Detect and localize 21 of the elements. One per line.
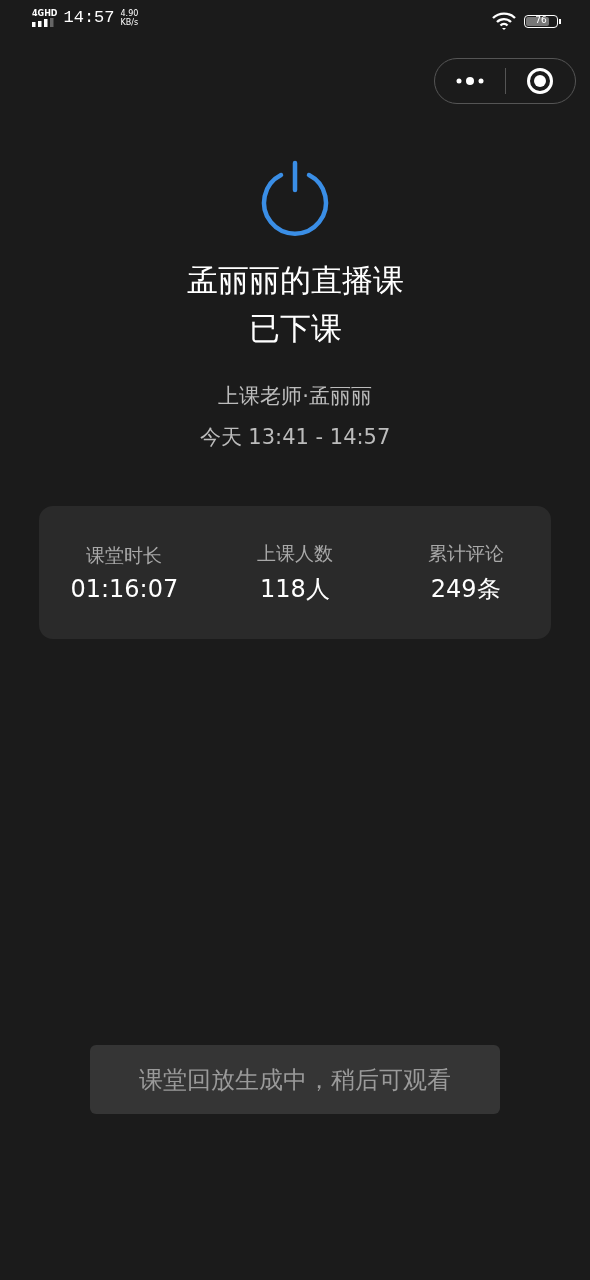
status-time: 14:57: [63, 8, 115, 27]
stat-label: 课堂时长: [86, 542, 163, 568]
stat-value: 249条: [430, 573, 501, 605]
teacher-name: 上课老师·孟丽丽: [218, 383, 372, 410]
speed-unit: KB/s: [120, 17, 139, 27]
replay-toast: 课堂回放生成中，稍后可观看: [90, 1045, 500, 1114]
wifi-icon: [492, 12, 516, 30]
battery-icon: 76: [524, 14, 558, 28]
network-type: 4GHD: [32, 8, 58, 18]
stat-value: 01:16:07: [70, 574, 179, 603]
class-title: 孟丽丽的直播课: [186, 261, 404, 300]
power-icon: [259, 160, 331, 236]
target-icon: [526, 67, 555, 95]
more-icon: [454, 76, 485, 86]
stat-value: 118人: [260, 573, 330, 605]
stat-label: 上课人数: [257, 540, 333, 566]
signal-icon: [32, 17, 54, 27]
network-speed: 4.90: [120, 8, 139, 18]
class-time: 今天 13:41 - 14:57: [199, 424, 391, 451]
class-title: 已下课: [247, 309, 343, 348]
stat-label: 累计评论: [427, 540, 504, 566]
